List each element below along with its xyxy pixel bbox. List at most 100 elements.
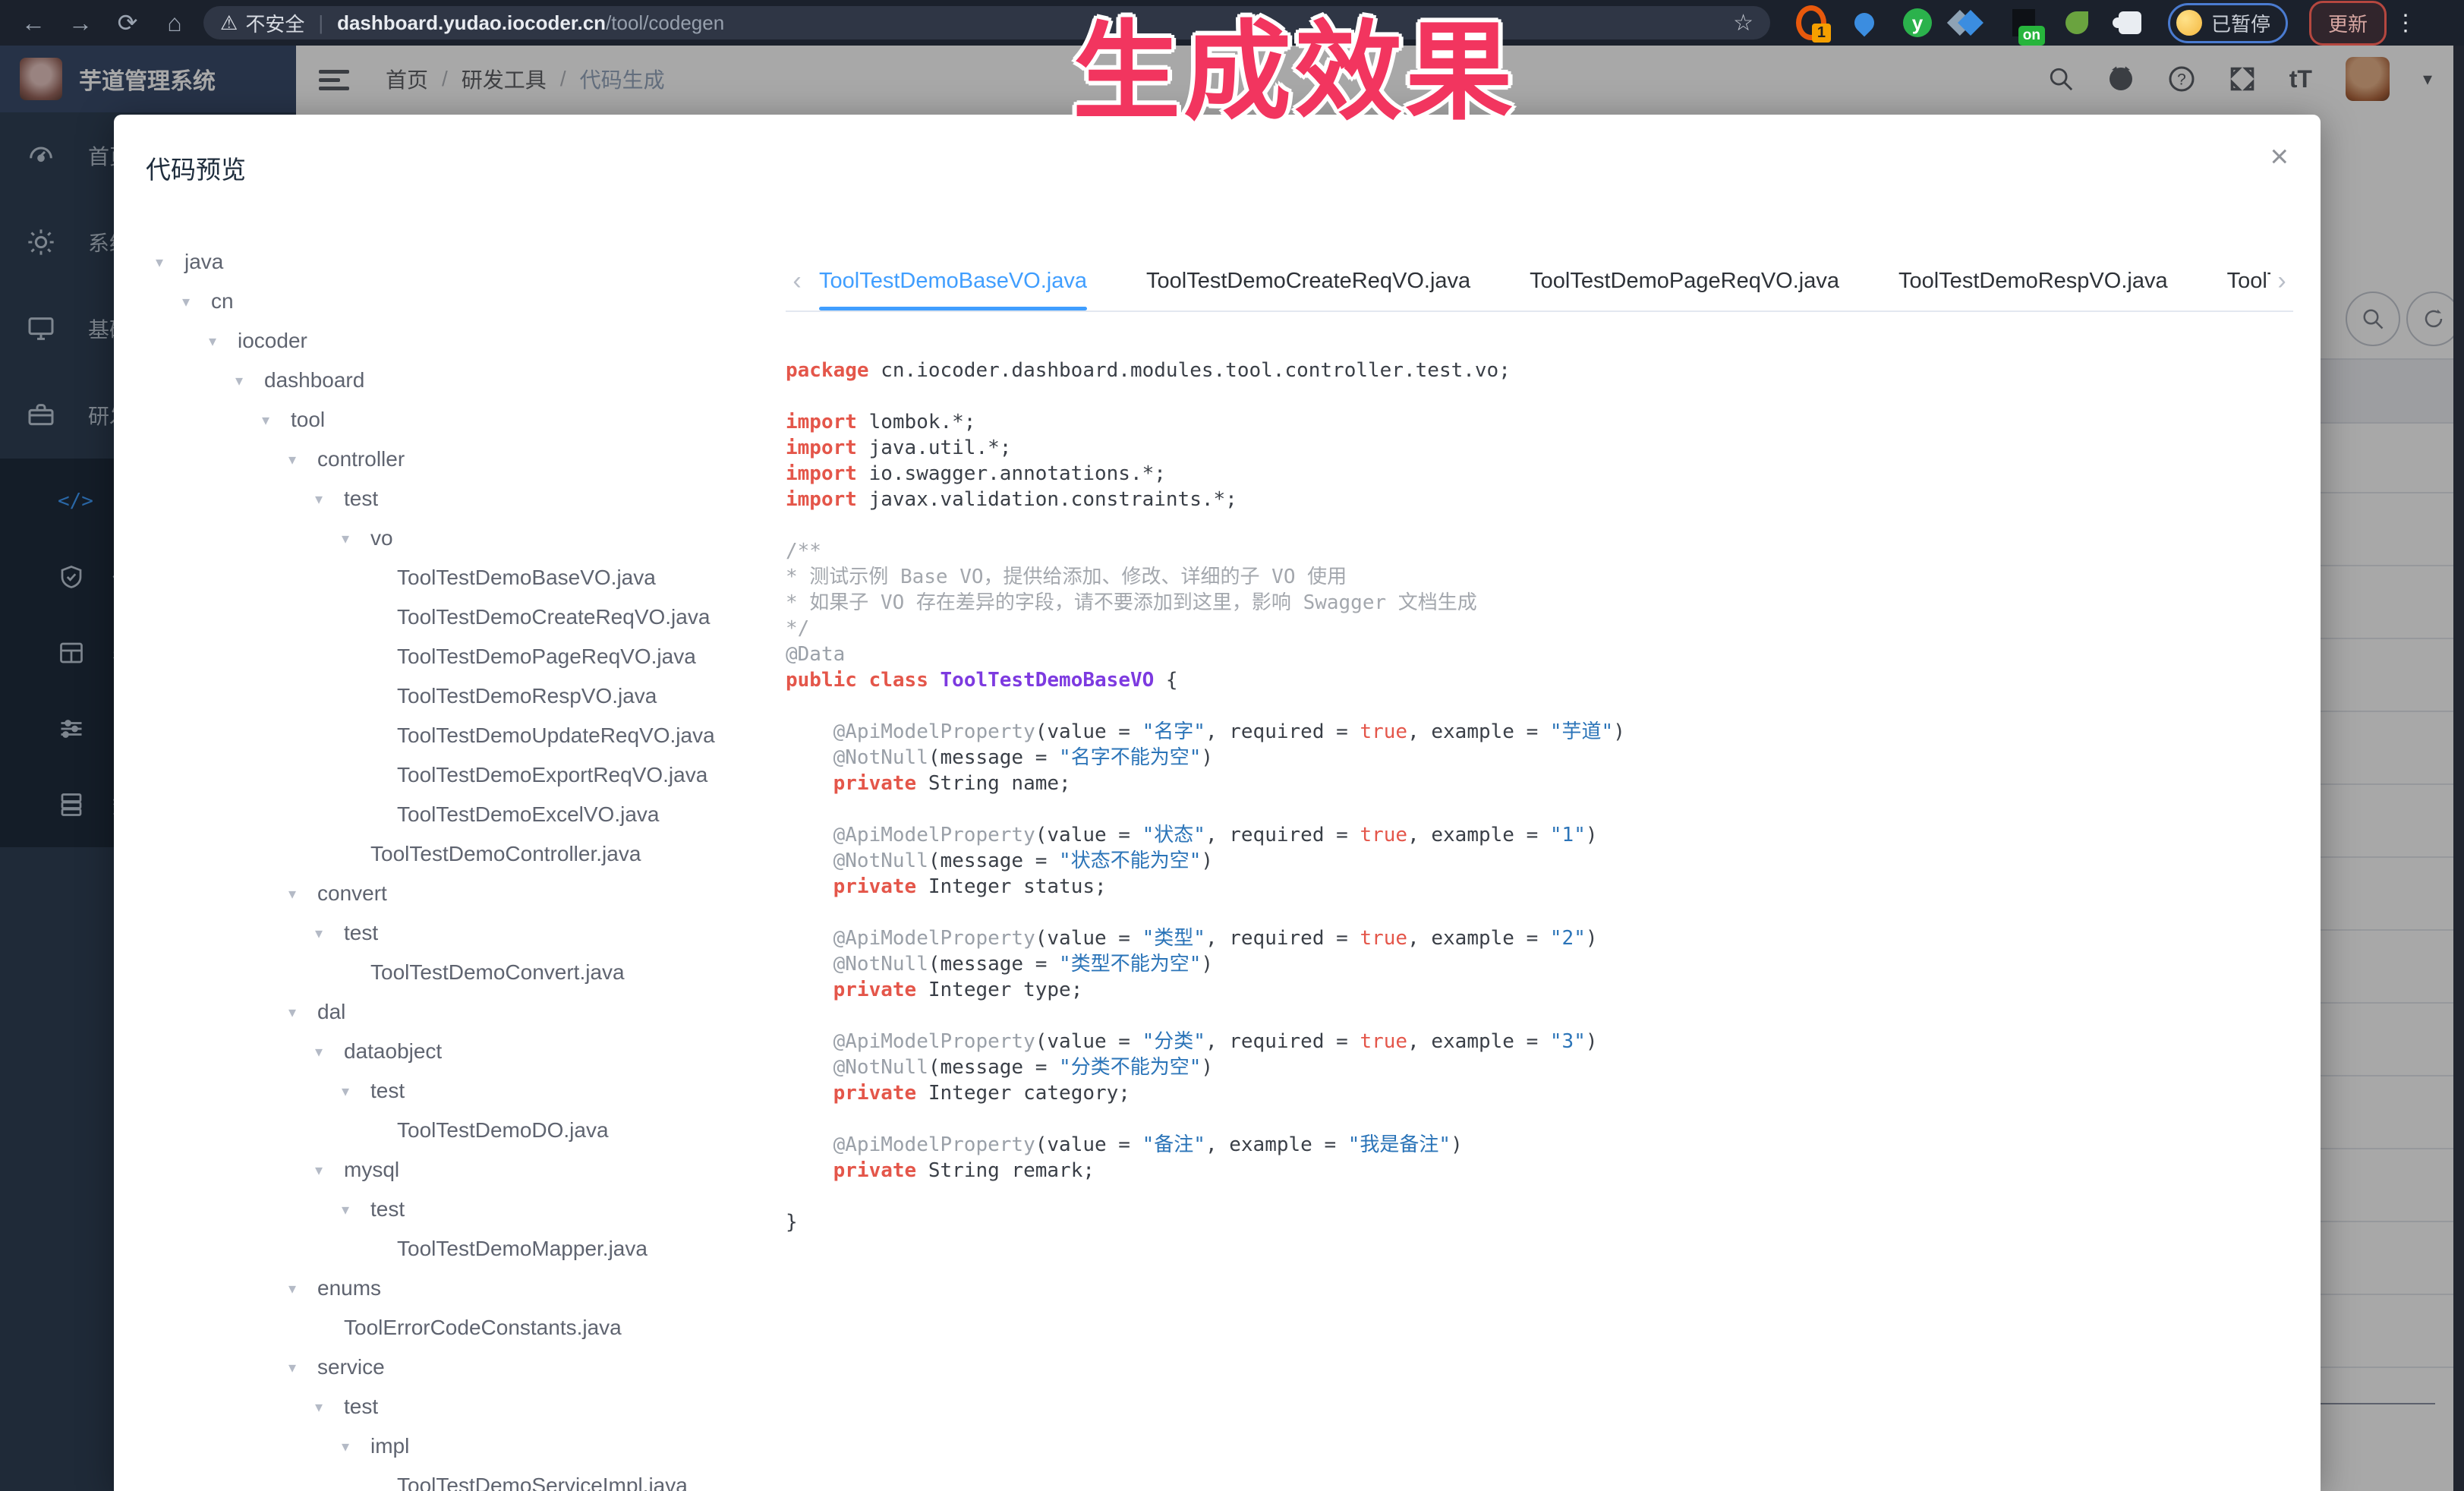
home-icon[interactable]: ⌂ (161, 9, 188, 37)
code-line: import io.swagger.annotations.*; (786, 461, 2293, 487)
tree-file-ToolTestDemoExportReqVO.java[interactable]: ToolTestDemoExportReqVO.java (144, 755, 759, 795)
tab-ToolTestDemoRespVO.java[interactable]: ToolTestDemoRespVO.java (1898, 251, 2168, 310)
tree-caret-icon[interactable]: ▾ (288, 1358, 317, 1377)
extension-diamond-icon[interactable] (1955, 8, 1986, 38)
tree-folder-test[interactable]: ▾test (144, 479, 759, 519)
tree-caret-icon[interactable]: ▾ (182, 292, 211, 311)
tree-folder-test[interactable]: ▾test (144, 1190, 759, 1229)
tree-caret-icon[interactable]: ▾ (342, 1200, 370, 1219)
extension-orange-icon[interactable]: 1 (1796, 8, 1826, 38)
tree-node-label: impl (370, 1434, 409, 1458)
tree-file-ToolTestDemoDO.java[interactable]: ToolTestDemoDO.java (144, 1111, 759, 1150)
tree-caret-icon[interactable]: ▾ (262, 411, 291, 430)
tabs-scroll-left-icon[interactable]: ‹ (786, 266, 808, 296)
code-view[interactable]: package cn.iocoder.dashboard.modules.too… (786, 358, 2293, 1235)
tree-caret-icon[interactable]: ▾ (288, 450, 317, 469)
forward-icon[interactable]: → (67, 9, 94, 37)
tree-caret-icon[interactable]: ▾ (209, 332, 238, 351)
code-line (786, 512, 2293, 538)
extension-on-icon[interactable]: on (2009, 8, 2039, 38)
tree-caret-icon[interactable]: ▾ (315, 1398, 344, 1417)
browser-scrollbar[interactable] (2453, 46, 2464, 1491)
tree-file-ToolTestDemoConvert.java[interactable]: ToolTestDemoConvert.java (144, 953, 759, 992)
code-line: private String name; (786, 771, 2293, 796)
tree-caret-icon[interactable]: ▾ (235, 371, 264, 390)
tree-folder-controller[interactable]: ▾controller (144, 440, 759, 479)
tree-folder-dashboard[interactable]: ▾dashboard (144, 361, 759, 400)
tree-caret-icon[interactable]: ▾ (342, 1082, 370, 1101)
extension-sprout-icon[interactable] (2062, 8, 2092, 38)
tree-caret-icon[interactable]: ▾ (315, 490, 344, 509)
tree-caret-icon[interactable]: ▾ (288, 884, 317, 903)
code-preview-dialog: 代码预览 × ▾java▾cn▾iocoder▾dashboard▾tool▾c… (114, 115, 2321, 1491)
annotation-text: 生成效果 (1041, 14, 1547, 132)
tab-ToolTe[interactable]: ToolTe (2227, 251, 2270, 310)
tree-folder-dal[interactable]: ▾dal (144, 992, 759, 1032)
tree-folder-vo[interactable]: ▾vo (144, 519, 759, 558)
tree-folder-test[interactable]: ▾test (144, 913, 759, 953)
tree-folder-iocoder[interactable]: ▾iocoder (144, 321, 759, 361)
tab-ToolTestDemoCreateReqVO.java[interactable]: ToolTestDemoCreateReqVO.java (1146, 251, 1470, 310)
tree-node-label: ToolTestDemoExcelVO.java (397, 802, 659, 827)
code-line: import java.util.*; (786, 435, 2293, 461)
extension-green-circle-icon[interactable]: y (1902, 8, 1933, 38)
file-tree: ▾java▾cn▾iocoder▾dashboard▾tool▾controll… (144, 242, 759, 1491)
tree-caret-icon[interactable]: ▾ (315, 1161, 344, 1180)
code-line: @ApiModelProperty(value = "备注", example … (786, 1132, 2293, 1158)
back-icon[interactable]: ← (20, 9, 47, 37)
tree-file-ToolTestDemoCreateReqVO.java[interactable]: ToolTestDemoCreateReqVO.java (144, 597, 759, 637)
tree-file-ToolTestDemoExcelVO.java[interactable]: ToolTestDemoExcelVO.java (144, 795, 759, 834)
tree-node-label: test (344, 487, 378, 511)
tree-caret-icon[interactable]: ▾ (156, 253, 184, 272)
tree-file-ToolTestDemoUpdateReqVO.java[interactable]: ToolTestDemoUpdateReqVO.java (144, 716, 759, 755)
code-line: @NotNull(message = "状态不能为空") (786, 848, 2293, 874)
tree-file-ToolTestDemoBaseVO.java[interactable]: ToolTestDemoBaseVO.java (144, 558, 759, 597)
tree-file-ToolTestDemoController.java[interactable]: ToolTestDemoController.java (144, 834, 759, 874)
tabs-scroll-right-icon[interactable]: › (2270, 266, 2293, 296)
bookmark-star-icon[interactable]: ☆ (1733, 10, 1753, 36)
tree-folder-impl[interactable]: ▾impl (144, 1426, 759, 1466)
code-line: @ApiModelProperty(value = "状态", required… (786, 822, 2293, 848)
tree-folder-test[interactable]: ▾test (144, 1071, 759, 1111)
tree-caret-icon[interactable]: ▾ (342, 1437, 370, 1456)
tree-folder-java[interactable]: ▾java (144, 242, 759, 282)
tab-ToolTestDemoPageReqVO.java[interactable]: ToolTestDemoPageReqVO.java (1530, 251, 1839, 310)
tree-folder-convert[interactable]: ▾convert (144, 874, 759, 913)
tree-folder-tool[interactable]: ▾tool (144, 400, 759, 440)
tree-folder-enums[interactable]: ▾enums (144, 1269, 759, 1308)
code-line: * 如果子 VO 存在差异的字段，请不要添加到这里，影响 Swagger 文档生… (786, 590, 2293, 616)
extensions-area: 1 y on (1796, 8, 2145, 38)
update-button[interactable]: 更新 (2309, 1, 2387, 46)
tree-file-ToolTestDemoMapper.java[interactable]: ToolTestDemoMapper.java (144, 1229, 759, 1269)
code-line: public class ToolTestDemoBaseVO { (786, 667, 2293, 693)
code-line: import javax.validation.constraints.*; (786, 487, 2293, 512)
not-secure-label: 不安全 (245, 9, 304, 37)
tree-node-label: ToolTestDemoPageReqVO.java (397, 645, 696, 669)
tree-node-label: ToolTestDemoConvert.java (370, 960, 625, 985)
close-icon[interactable]: × (2270, 140, 2289, 172)
file-tabs: ToolTestDemoBaseVO.java ToolTestDemoCreat… (819, 251, 2270, 310)
tree-file-ToolTestDemoPageReqVO.java[interactable]: ToolTestDemoPageReqVO.java (144, 637, 759, 676)
tree-node-label: ToolTestDemoController.java (370, 842, 641, 866)
paused-pill[interactable]: 已暂停 (2168, 3, 2288, 43)
tree-folder-test[interactable]: ▾test (144, 1387, 759, 1426)
tree-folder-cn[interactable]: ▾cn (144, 282, 759, 321)
extensions-puzzle-icon[interactable] (2115, 8, 2145, 38)
extension-drop-icon[interactable] (1849, 8, 1880, 38)
tree-caret-icon[interactable]: ▾ (288, 1279, 317, 1298)
tree-file-ToolTestDemoServiceImpl.java[interactable]: ToolTestDemoServiceImpl.java (144, 1466, 759, 1491)
code-line (786, 1184, 2293, 1209)
tree-folder-mysql[interactable]: ▾mysql (144, 1150, 759, 1190)
tree-folder-dataobject[interactable]: ▾dataobject (144, 1032, 759, 1071)
tree-caret-icon[interactable]: ▾ (342, 529, 370, 548)
reload-icon[interactable]: ⟳ (114, 8, 141, 37)
tree-caret-icon[interactable]: ▾ (288, 1003, 317, 1022)
tab-ToolTestDemoBaseVO.java[interactable]: ToolTestDemoBaseVO.java (819, 251, 1087, 310)
tree-caret-icon[interactable]: ▾ (315, 1042, 344, 1061)
tree-caret-icon[interactable]: ▾ (315, 924, 344, 943)
tree-file-ToolErrorCodeConstants.java[interactable]: ToolErrorCodeConstants.java (144, 1308, 759, 1348)
code-line: private Integer status; (786, 874, 2293, 900)
tree-folder-service[interactable]: ▾service (144, 1348, 759, 1387)
tree-file-ToolTestDemoRespVO.java[interactable]: ToolTestDemoRespVO.java (144, 676, 759, 716)
browser-menu-icon[interactable]: ⋮ (2394, 10, 2417, 36)
